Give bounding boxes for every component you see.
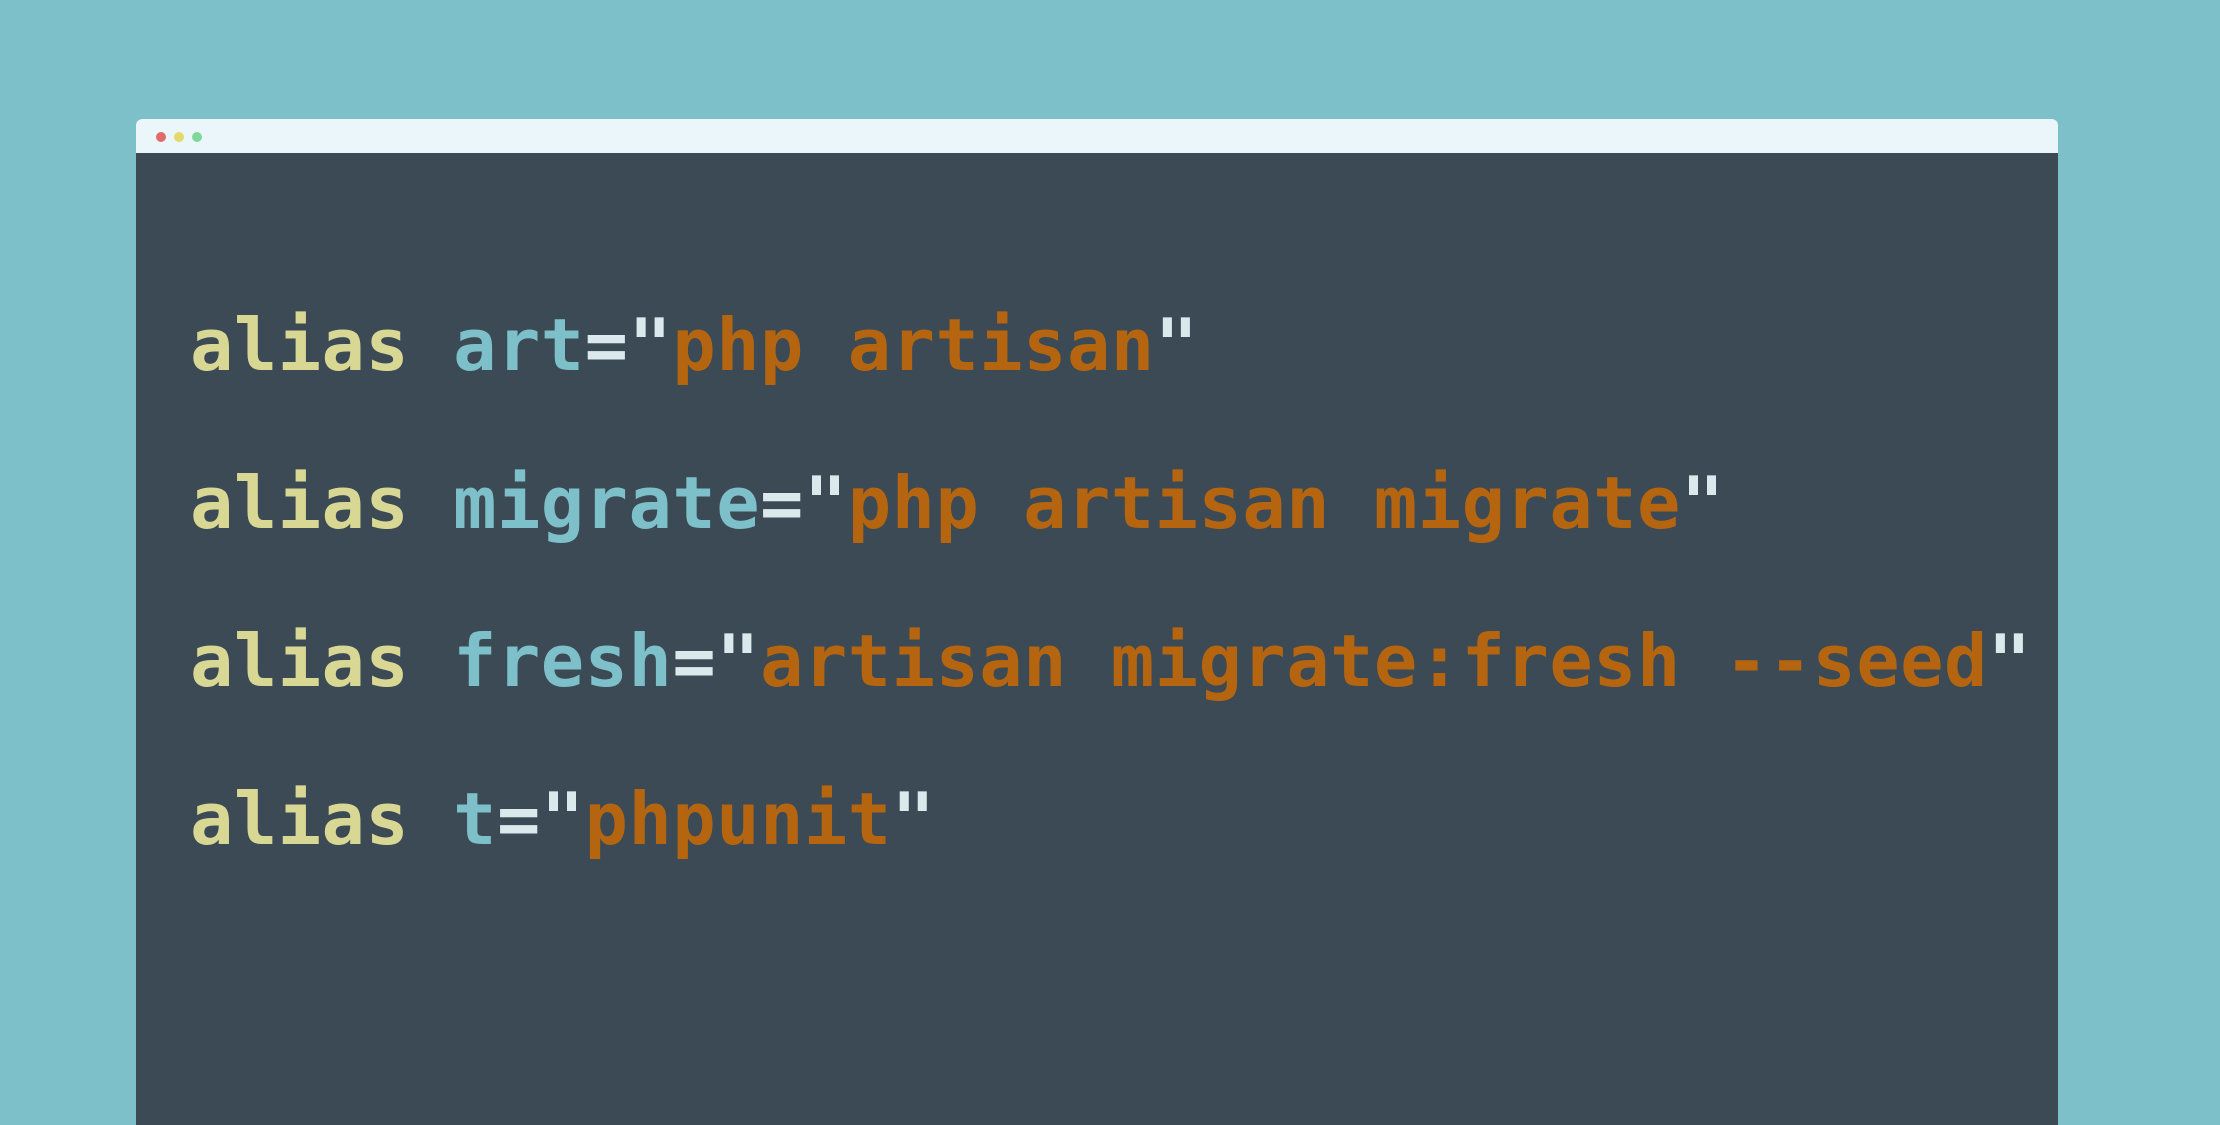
alias-keyword: alias (190, 619, 410, 703)
alias-command: php artisan migrate (847, 461, 1681, 545)
alias-keyword: alias (190, 303, 410, 387)
code-block: alias art="php artisan" alias migrate="p… (190, 305, 2032, 937)
close-quote: " (1987, 619, 2032, 703)
close-quote: " (1154, 303, 1199, 387)
assignment-open-quote: =" (496, 777, 585, 861)
code-line: alias migrate="php artisan migrate" (190, 463, 2032, 621)
minimize-dot-icon[interactable] (174, 132, 184, 142)
alias-name: art (453, 303, 585, 387)
maximize-dot-icon[interactable] (192, 132, 202, 142)
alias-command: phpunit (584, 777, 892, 861)
code-window: alias art="php artisan" alias migrate="p… (136, 119, 2058, 1125)
alias-name: fresh (453, 619, 673, 703)
assignment-open-quote: =" (760, 461, 848, 545)
alias-keyword: alias (190, 461, 410, 545)
close-quote: " (1680, 461, 1725, 545)
code-line: alias t="phpunit" (190, 779, 2032, 937)
assignment-open-quote: =" (672, 619, 761, 703)
close-dot-icon[interactable] (156, 132, 166, 142)
close-quote: " (891, 777, 936, 861)
alias-name: t (453, 777, 497, 861)
code-line: alias art="php artisan" (190, 305, 2032, 463)
code-line: alias fresh="artisan migrate:fresh --see… (190, 621, 2032, 779)
assignment-open-quote: =" (584, 303, 673, 387)
window-titlebar (136, 119, 2058, 153)
alias-command: php artisan (672, 303, 1155, 387)
alias-keyword: alias (190, 777, 410, 861)
alias-name: migrate (453, 461, 761, 545)
alias-command: artisan migrate:fresh --seed (760, 619, 1988, 703)
